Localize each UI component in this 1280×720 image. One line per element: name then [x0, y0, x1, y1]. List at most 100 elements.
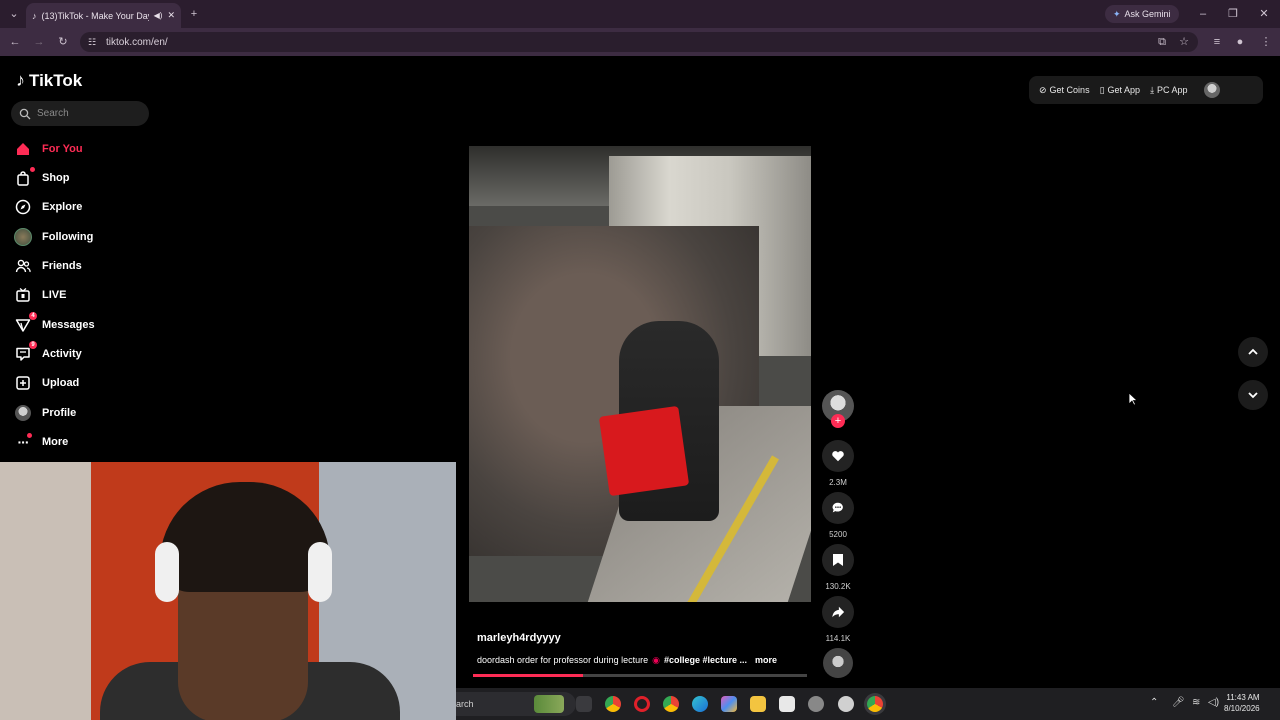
profile-avatar-icon — [14, 404, 32, 422]
sidebar-item-label: More — [42, 436, 69, 448]
chrome-alt-icon[interactable] — [663, 696, 679, 712]
file-explorer-icon[interactable] — [750, 696, 766, 712]
store-icon[interactable] — [779, 696, 795, 712]
menu-kebab-icon[interactable]: ⋮ — [1258, 35, 1274, 49]
browser-tab[interactable]: ♪ (13)TikTok - Make Your Day ◀) ✕ — [26, 3, 181, 28]
sidebar-item-activity[interactable]: 9 Activity — [14, 341, 82, 365]
live-icon — [14, 286, 32, 304]
bookmark-star-icon[interactable]: ☆ — [1176, 35, 1192, 49]
save-button[interactable]: 130.2K — [822, 544, 854, 591]
follow-plus-icon[interactable]: + — [831, 414, 845, 428]
download-icon: ⤓ — [1150, 84, 1155, 95]
sidebar-item-label: Following — [42, 231, 94, 243]
tab-title: (13)TikTok - Make Your Day — [41, 10, 149, 21]
clock-time: 11:43 AM — [1226, 693, 1260, 702]
mouse-cursor-icon — [1128, 392, 1138, 406]
upload-icon — [14, 374, 32, 392]
minimize-icon[interactable]: – — [1195, 7, 1211, 21]
new-tab-icon[interactable]: + — [186, 7, 202, 21]
back-icon[interactable]: ← — [7, 35, 23, 49]
tray-chevron-icon[interactable]: ⌃ — [1150, 697, 1158, 708]
sidebar-item-following[interactable]: Following — [14, 226, 93, 248]
chrome-active-icon[interactable] — [867, 696, 883, 712]
chevron-up-icon — [1248, 348, 1258, 355]
forward-icon[interactable]: → — [31, 35, 47, 49]
shopping-bag-icon — [14, 167, 35, 187]
video-progress-bar[interactable] — [473, 674, 807, 677]
next-video-button[interactable] — [1238, 380, 1268, 410]
ask-gemini-button[interactable]: ✦ Ask Gemini — [1105, 5, 1179, 23]
more-icon: ··· — [14, 433, 32, 451]
sidebar-item-more[interactable]: ··· More — [14, 431, 68, 453]
site-info-icon[interactable]: ☷ — [88, 37, 96, 48]
like-button[interactable]: 2.3M — [822, 440, 854, 487]
wifi-icon[interactable]: ≋ — [1192, 697, 1200, 708]
pc-app-button[interactable]: ⤓ PC App — [1150, 85, 1188, 96]
messages-icon: 4 — [14, 312, 37, 334]
sidebar-item-friends[interactable]: Friends — [14, 255, 82, 277]
edge-icon[interactable] — [692, 696, 708, 712]
video-author[interactable]: marleyh4rdyyyy — [477, 632, 561, 644]
gemini-icon: ✦ — [1113, 8, 1121, 19]
caption-more-button[interactable]: more — [755, 655, 777, 666]
sidebar-item-label: For You — [42, 143, 83, 155]
activity-badge: 9 — [29, 341, 37, 349]
webcam-overlay — [0, 462, 456, 720]
sidebar-item-live[interactable]: LIVE — [14, 284, 66, 306]
search-input[interactable]: Search — [11, 101, 149, 126]
tiktok-logo[interactable]: ♪ TikTok — [16, 70, 82, 91]
settings-gear-icon[interactable] — [808, 696, 824, 712]
comment-button[interactable]: 5200 — [822, 492, 854, 539]
share-button[interactable]: 114.1K — [822, 596, 854, 643]
search-placeholder: Search — [37, 108, 69, 119]
search-highlight-icon — [534, 695, 564, 713]
top-actions-bar: ⊘ Get Coins ▯ Get App ⤓ PC App — [1029, 76, 1263, 104]
task-view-icon[interactable] — [576, 696, 592, 712]
caption-hashtags[interactable]: #college #lecture ... — [664, 655, 747, 666]
share-count: 114.1K — [825, 634, 851, 643]
opera-icon[interactable] — [634, 696, 650, 712]
sidebar-item-label: LIVE — [42, 289, 67, 301]
get-app-button[interactable]: ▯ Get App — [1100, 85, 1140, 96]
search-icon — [19, 108, 31, 119]
user-avatar[interactable] — [1203, 82, 1220, 98]
taskbar-search-text: arch — [456, 699, 474, 709]
clock-date: 8/10/2026 — [1224, 704, 1260, 713]
video-player[interactable] — [469, 146, 811, 602]
copilot-icon[interactable] — [721, 696, 737, 712]
tab-search-list-icon[interactable]: ≡ — [1209, 35, 1225, 49]
get-coins-label: Get Coins — [1049, 85, 1090, 95]
tiktok-note-icon: ♪ — [16, 70, 25, 90]
sidebar-item-for-you[interactable]: For You — [14, 138, 83, 160]
taskbar-clock[interactable]: 11:43 AM 8/10/2026 — [1224, 692, 1260, 714]
compass-icon — [14, 198, 32, 216]
sidebar-item-explore[interactable]: Explore — [14, 196, 82, 218]
install-app-icon[interactable]: ⧉ — [1154, 35, 1170, 49]
reload-icon[interactable]: ↻ — [55, 35, 71, 49]
microphone-icon[interactable]: 🎤︎ — [1172, 697, 1185, 708]
taskbar-search[interactable]: arch — [456, 692, 576, 716]
sound-disc-button[interactable] — [822, 648, 854, 678]
heart-icon — [822, 440, 854, 472]
sidebar-item-upload[interactable]: Upload — [14, 372, 79, 394]
get-coins-button[interactable]: ⊘ Get Coins — [1039, 85, 1090, 96]
app-icon[interactable] — [838, 696, 854, 712]
video-progress-fill — [473, 674, 584, 677]
sidebar-item-shop[interactable]: Shop — [14, 167, 70, 189]
profile-icon[interactable]: ● — [1232, 35, 1248, 49]
address-bar[interactable]: ☷ tiktok.com/en/ — [80, 32, 1198, 52]
tab-search-icon[interactable]: ⌄ — [6, 7, 22, 21]
speaker-icon[interactable]: ◀) — [154, 11, 163, 20]
chrome-icon[interactable] — [605, 696, 621, 712]
sidebar-item-messages[interactable]: 4 Messages — [14, 312, 95, 336]
sidebar-item-profile[interactable]: Profile — [14, 402, 76, 424]
previous-video-button[interactable] — [1238, 337, 1268, 367]
tab-close-icon[interactable]: ✕ — [167, 10, 175, 21]
volume-icon[interactable]: ◁) — [1208, 697, 1219, 708]
sidebar-item-label: Activity — [42, 348, 82, 360]
comment-count: 5200 — [829, 530, 847, 539]
creator-avatar-button[interactable]: + — [822, 390, 854, 428]
restore-icon[interactable]: ❐ — [1225, 7, 1241, 21]
close-window-icon[interactable]: ✕ — [1256, 7, 1272, 21]
ask-gemini-label: Ask Gemini — [1124, 9, 1171, 19]
